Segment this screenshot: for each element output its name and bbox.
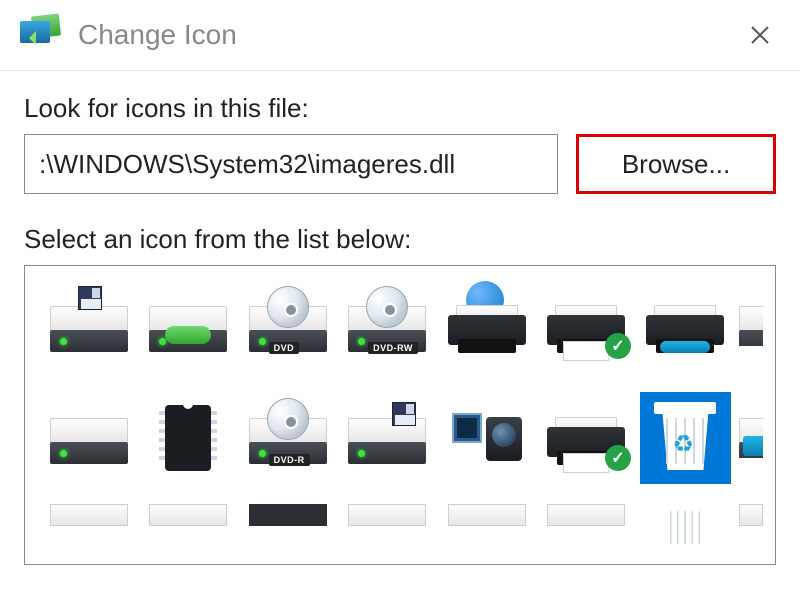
icon-network-printer[interactable] (441, 280, 532, 372)
icon-row: DVD DVD-RW ✓ (43, 280, 765, 372)
app-icon (20, 15, 60, 55)
icon-dvd-drive[interactable]: DVD (242, 280, 333, 372)
icon-dvd-r-drive[interactable]: DVD-R (242, 392, 333, 484)
icon-list[interactable]: DVD DVD-RW ✓ (24, 265, 776, 565)
dvdr-badge: DVD-R (269, 454, 310, 466)
icon-recycle-bin-full[interactable]: ♻ (640, 392, 731, 484)
icon-partial[interactable] (540, 504, 631, 544)
browse-button[interactable]: Browse... (576, 134, 776, 194)
dvdrw-badge: DVD-RW (368, 342, 418, 354)
titlebar: Change Icon (0, 0, 800, 70)
icon-partial[interactable] (640, 504, 731, 544)
icon-partial[interactable] (43, 504, 134, 544)
icon-drive-floppy[interactable] (341, 392, 432, 484)
file-path-label: Look for icons in this file: (24, 93, 776, 124)
icon-dvd-rw-drive[interactable]: DVD-RW (341, 280, 432, 372)
check-icon: ✓ (605, 333, 631, 359)
icon-partial[interactable] (242, 504, 333, 544)
icon-partial[interactable] (441, 504, 532, 544)
file-path-input[interactable]: :\WINDOWS\System32\imageres.dll (24, 134, 558, 194)
disc-icon (267, 286, 309, 328)
dialog-content: Look for icons in this file: :\WINDOWS\S… (0, 71, 800, 565)
chip-icon (165, 405, 211, 471)
recycle-bin-icon: ♻ (654, 402, 716, 474)
icon-external-drive-partial[interactable] (739, 280, 765, 372)
file-row: :\WINDOWS\System32\imageres.dll Browse..… (24, 134, 776, 194)
icon-partial[interactable] (142, 504, 233, 544)
icon-printer-remote[interactable] (640, 280, 731, 372)
close-button[interactable] (740, 15, 780, 55)
icon-floppy-drive[interactable] (43, 280, 134, 372)
icon-hard-drive[interactable] (43, 392, 134, 484)
icon-row: DVD-R ✓ ♻ (43, 392, 765, 484)
icon-printer-default[interactable]: ✓ (540, 280, 631, 372)
close-icon (749, 24, 771, 46)
select-icon-label: Select an icon from the list below: (24, 224, 776, 255)
dvd-badge: DVD (269, 342, 300, 354)
icon-external-drive-partial[interactable] (739, 392, 765, 484)
browse-label: Browse... (622, 149, 730, 180)
floppy-icon (78, 286, 102, 310)
icon-partial[interactable] (739, 504, 765, 544)
icon-printer-default[interactable]: ✓ (540, 392, 631, 484)
icon-camcorder[interactable] (441, 392, 532, 484)
icon-partial[interactable] (341, 504, 432, 544)
icon-chip[interactable] (142, 392, 233, 484)
camcorder-icon (452, 411, 522, 465)
window-title: Change Icon (78, 19, 740, 51)
file-path-value: :\WINDOWS\System32\imageres.dll (39, 149, 455, 180)
icon-row-partial (43, 504, 765, 544)
icon-hard-drive[interactable] (142, 280, 233, 372)
